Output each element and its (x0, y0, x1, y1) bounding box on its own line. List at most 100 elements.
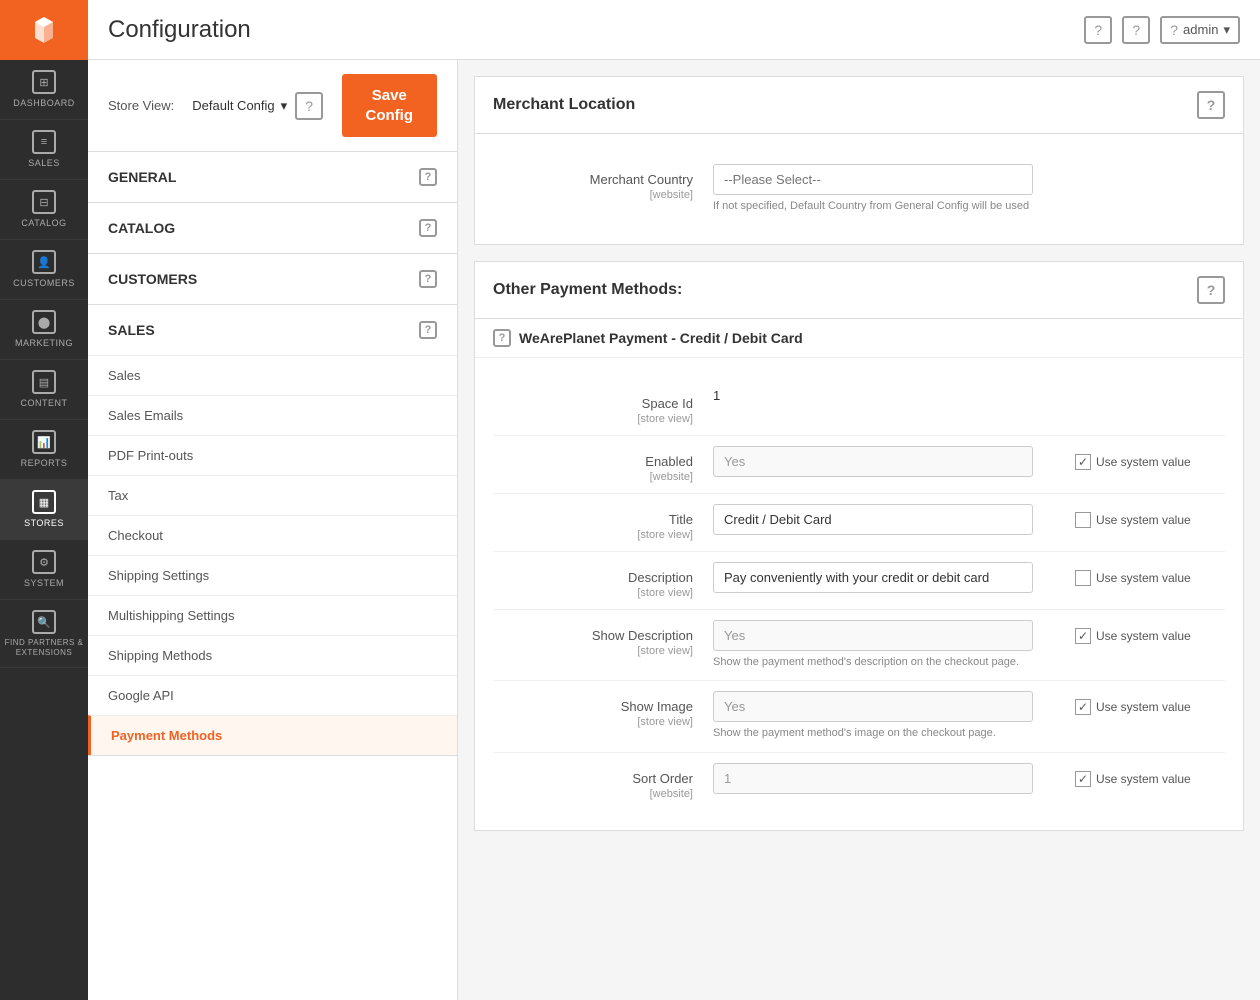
left-nav: Store View: Default Config ▾ ? SaveConfi… (88, 60, 458, 1000)
content-icon: ▤ (32, 370, 56, 394)
nav-header-customers[interactable]: CUSTOMERS ? (88, 254, 457, 304)
right-panel: Merchant Location ? Merchant Country [we… (458, 60, 1260, 1000)
description-label-col: Description [store view] (493, 562, 713, 599)
show-description-sub: [store view] (493, 645, 693, 657)
enabled-control (713, 446, 1065, 477)
sidebar-item-label: FIND PARTNERS & EXTENSIONS (4, 638, 84, 657)
title-sub: [store view] (493, 529, 693, 541)
title-label: Title (493, 512, 693, 529)
merchant-country-label-col: Merchant Country [website] (493, 164, 713, 201)
sidebar-item-label: REPORTS (21, 458, 68, 469)
sidebar-item-sales[interactable]: ≡ SALES (0, 120, 88, 180)
store-view-dropdown-icon: ▾ (281, 98, 288, 114)
find-icon: 🔍 (32, 610, 56, 634)
enabled-system-checkbox[interactable]: ✓ (1075, 454, 1091, 470)
nav-item-shipping-settings[interactable]: Shipping Settings (88, 555, 457, 595)
sidebar-item-customers[interactable]: 👤 CUSTOMERS (0, 240, 88, 300)
title-system-checkbox[interactable] (1075, 512, 1091, 528)
nav-help-icon: ? (419, 219, 437, 237)
description-sub: [store view] (493, 587, 693, 599)
title-system-label: Use system value (1096, 513, 1191, 527)
nav-header-label: CATALOG (108, 220, 175, 236)
nav-header-catalog[interactable]: CATALOG ? (88, 203, 457, 253)
nav-item-sales[interactable]: Sales (88, 355, 457, 395)
nav-item-tax[interactable]: Tax (88, 475, 457, 515)
description-control (713, 562, 1065, 593)
sidebar-item-find[interactable]: 🔍 FIND PARTNERS & EXTENSIONS (0, 600, 88, 668)
title-system-col: Use system value (1065, 504, 1225, 528)
sort-order-system-col: ✓ Use system value (1065, 763, 1225, 787)
nav-header-label: GENERAL (108, 169, 176, 185)
sidebar-item-label: CATALOG (21, 218, 66, 229)
nav-item-shipping-methods[interactable]: Shipping Methods (88, 635, 457, 675)
help-icon-2[interactable]: ? (1122, 16, 1150, 44)
nav-item-sales-emails[interactable]: Sales Emails (88, 395, 457, 435)
other-payment-title: Other Payment Methods: (493, 281, 682, 299)
logo[interactable] (0, 0, 88, 60)
admin-label: admin (1183, 22, 1218, 37)
sidebar-item-label: CONTENT (21, 398, 68, 409)
sidebar-item-reports[interactable]: 📊 REPORTS (0, 420, 88, 480)
nav-sub-sales: Sales Sales Emails PDF Print-outs Tax Ch… (88, 355, 457, 755)
show-description-label-col: Show Description [store view] (493, 620, 713, 657)
title-label-col: Title [store view] (493, 504, 713, 541)
other-payment-card: Other Payment Methods: ? ? WeArePlanet P… (474, 261, 1244, 830)
show-image-input[interactable] (713, 691, 1033, 722)
nav-header-sales[interactable]: SALES ? (88, 305, 457, 355)
admin-help-icon: ? (1170, 22, 1178, 38)
title-input[interactable] (713, 504, 1033, 535)
show-image-system-checkbox[interactable]: ✓ (1075, 699, 1091, 715)
store-view-help-icon[interactable]: ? (295, 92, 323, 120)
help-icon-1[interactable]: ? (1084, 16, 1112, 44)
sidebar: ⊞ DASHBOARD ≡ SALES ⊟ CATALOG 👤 CUSTOMER… (0, 0, 88, 1000)
customers-icon: 👤 (32, 250, 56, 274)
sidebar-item-system[interactable]: ⚙ SYSTEM (0, 540, 88, 600)
nav-section-catalog: CATALOG ? (88, 203, 457, 254)
title-row: Title [store view] Use system value (493, 494, 1225, 552)
nav-item-google-api[interactable]: Google API (88, 675, 457, 715)
nav-item-payment-methods[interactable]: Payment Methods (88, 715, 457, 755)
sales-icon: ≡ (32, 130, 56, 154)
wap-help-icon[interactable]: ? (493, 329, 511, 347)
merchant-location-header: Merchant Location ? (475, 77, 1243, 134)
marketing-icon: ⬤ (32, 310, 56, 334)
nav-section-sales: SALES ? Sales Sales Emails PDF Print-out… (88, 305, 457, 756)
sidebar-item-dashboard[interactable]: ⊞ DASHBOARD (0, 60, 88, 120)
show-description-input[interactable] (713, 620, 1033, 651)
nav-header-label: SALES (108, 322, 155, 338)
nav-header-label: CUSTOMERS (108, 271, 197, 287)
sidebar-item-stores[interactable]: ▦ STORES (0, 480, 88, 540)
merchant-country-row: Merchant Country [website] If not specif… (493, 154, 1225, 224)
sidebar-item-catalog[interactable]: ⊟ CATALOG (0, 180, 88, 240)
description-system-checkbox[interactable] (1075, 570, 1091, 586)
wap-body: Space Id [store view] 1 Enabled [web (475, 358, 1243, 829)
merchant-location-help-icon[interactable]: ? (1197, 91, 1225, 119)
sidebar-item-label: DASHBOARD (13, 98, 75, 109)
main-area: Configuration ? ? ? admin ▾ Store View: … (88, 0, 1260, 1000)
nav-header-general[interactable]: GENERAL ? (88, 152, 457, 202)
sidebar-item-content[interactable]: ▤ CONTENT (0, 360, 88, 420)
space-id-value: 1 (713, 380, 720, 403)
merchant-country-sub: [website] (493, 189, 693, 201)
store-view-select[interactable]: Default Config ▾ (192, 98, 287, 114)
nav-item-multishipping[interactable]: Multishipping Settings (88, 595, 457, 635)
nav-item-pdf-print-outs[interactable]: PDF Print-outs (88, 435, 457, 475)
enabled-row: Enabled [website] ✓ Use system value (493, 436, 1225, 494)
sidebar-item-marketing[interactable]: ⬤ MARKETING (0, 300, 88, 360)
show-description-system-checkbox[interactable]: ✓ (1075, 628, 1091, 644)
sort-order-system-checkbox[interactable]: ✓ (1075, 771, 1091, 787)
merchant-country-input[interactable] (713, 164, 1033, 195)
store-view-bar: Store View: Default Config ▾ ? SaveConfi… (88, 60, 457, 152)
description-input[interactable] (713, 562, 1033, 593)
admin-menu[interactable]: ? admin ▾ (1160, 16, 1240, 44)
sort-order-label: Sort Order (493, 771, 693, 788)
sort-order-input[interactable] (713, 763, 1033, 794)
description-row: Description [store view] Use system valu… (493, 552, 1225, 610)
show-image-label: Show Image (493, 699, 693, 716)
sidebar-item-label: SYSTEM (24, 578, 64, 589)
save-config-button[interactable]: SaveConfig (342, 74, 437, 137)
other-payment-help-icon[interactable]: ? (1197, 276, 1225, 304)
nav-item-checkout[interactable]: Checkout (88, 515, 457, 555)
show-description-hint: Show the payment method's description on… (713, 655, 1065, 670)
enabled-input[interactable] (713, 446, 1033, 477)
